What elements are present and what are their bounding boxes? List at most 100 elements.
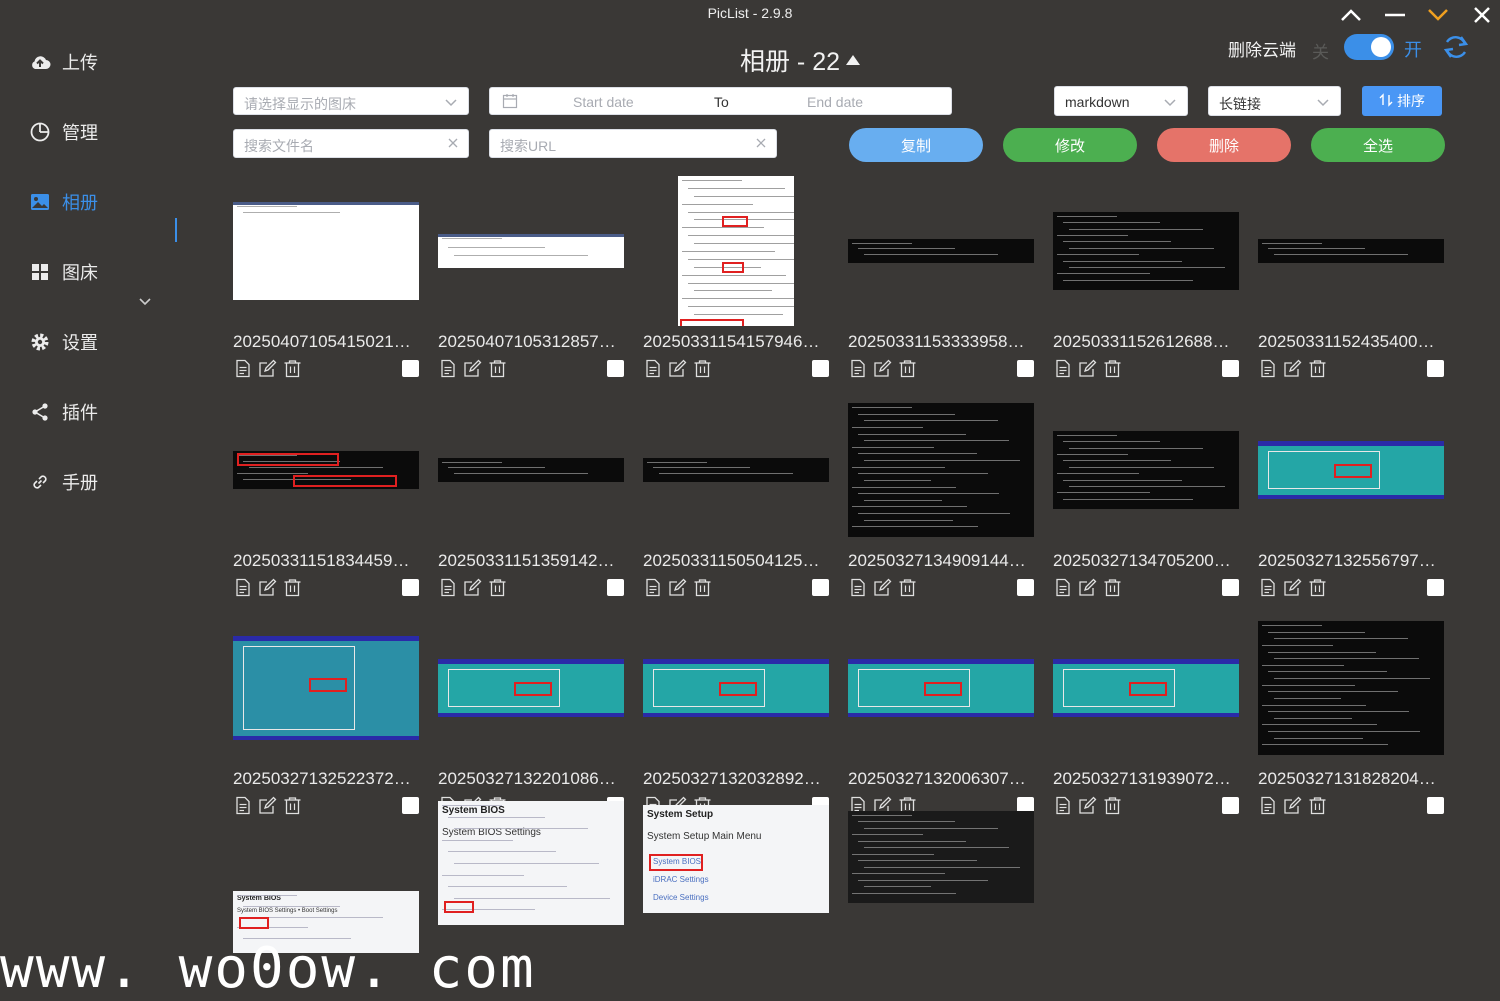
select-checkbox[interactable] xyxy=(1017,360,1034,377)
edit-icon[interactable] xyxy=(258,359,277,378)
trash-icon[interactable] xyxy=(898,359,917,378)
copy-link-icon[interactable] xyxy=(1053,359,1072,378)
edit-icon[interactable] xyxy=(258,796,277,815)
trash-icon[interactable] xyxy=(1308,796,1327,815)
search-url-input[interactable]: 搜索URL xyxy=(489,129,777,158)
copy-link-icon[interactable] xyxy=(1258,359,1277,378)
trash-icon[interactable] xyxy=(488,578,507,597)
thumbnail-image[interactable] xyxy=(1053,212,1239,290)
select-checkbox[interactable] xyxy=(1427,797,1444,814)
select-checkbox[interactable] xyxy=(1017,579,1034,596)
edit-icon[interactable] xyxy=(1078,578,1097,597)
select-checkbox[interactable] xyxy=(402,360,419,377)
select-checkbox[interactable] xyxy=(1222,360,1239,377)
end-date-input[interactable]: End date xyxy=(807,94,863,110)
sidebar-item-picbed[interactable]: 图床 xyxy=(28,255,188,289)
select-checkbox[interactable] xyxy=(607,360,624,377)
edit-icon[interactable] xyxy=(463,359,482,378)
copy-link-icon[interactable] xyxy=(233,359,252,378)
copy-link-icon[interactable] xyxy=(438,359,457,378)
select-checkbox[interactable] xyxy=(812,360,829,377)
refresh-icon[interactable] xyxy=(1442,33,1470,61)
minimize-icon[interactable] xyxy=(1380,2,1410,28)
trash-icon[interactable] xyxy=(283,796,302,815)
sidebar-item-manual[interactable]: 手册 xyxy=(28,465,188,499)
trash-icon[interactable] xyxy=(283,359,302,378)
copy-link-icon[interactable] xyxy=(1053,578,1072,597)
start-date-input[interactable]: Start date xyxy=(573,94,634,110)
copy-link-icon[interactable] xyxy=(438,578,457,597)
edit-icon[interactable] xyxy=(668,359,687,378)
thumbnail-image[interactable] xyxy=(1053,659,1239,717)
trash-icon[interactable] xyxy=(488,359,507,378)
date-range-picker[interactable]: Start date To End date xyxy=(489,87,952,115)
copy-link-icon[interactable] xyxy=(1053,796,1072,815)
sort-button[interactable]: 排序 xyxy=(1362,86,1442,116)
thumbnail-image[interactable] xyxy=(1053,431,1239,509)
edit-icon[interactable] xyxy=(1283,796,1302,815)
select-checkbox[interactable] xyxy=(402,797,419,814)
edit-icon[interactable] xyxy=(873,578,892,597)
trash-icon[interactable] xyxy=(693,359,712,378)
thumbnail-image[interactable] xyxy=(438,458,624,482)
trash-icon[interactable] xyxy=(1308,578,1327,597)
search-filename-input[interactable]: 搜索文件名 xyxy=(233,129,469,158)
thumbnail-image[interactable] xyxy=(233,636,419,740)
copy-link-icon[interactable] xyxy=(233,796,252,815)
edit-icon[interactable] xyxy=(1283,359,1302,378)
copy-link-icon[interactable] xyxy=(1258,796,1277,815)
thumbnail-image[interactable] xyxy=(438,234,624,268)
trash-icon[interactable] xyxy=(1103,359,1122,378)
edit-icon[interactable] xyxy=(258,578,277,597)
edit-button[interactable]: 修改 xyxy=(1003,128,1137,162)
sidebar-item-plugins[interactable]: 插件 xyxy=(28,395,188,429)
cloud-delete-toggle[interactable] xyxy=(1344,34,1394,60)
select-all-button[interactable]: 全选 xyxy=(1311,128,1445,162)
copy-link-icon[interactable] xyxy=(233,578,252,597)
thumbnail-image[interactable] xyxy=(848,239,1034,263)
copy-link-icon[interactable] xyxy=(643,578,662,597)
delete-button[interactable]: 删除 xyxy=(1157,128,1291,162)
edit-icon[interactable] xyxy=(873,359,892,378)
thumbnail-image[interactable] xyxy=(848,811,1034,903)
select-checkbox[interactable] xyxy=(1427,579,1444,596)
close-icon[interactable] xyxy=(1467,2,1497,28)
thumbnail-image[interactable] xyxy=(233,451,419,489)
thumbnail-image[interactable] xyxy=(1258,441,1444,499)
link-type-select[interactable]: 长链接 xyxy=(1208,86,1341,116)
thumbnail-image[interactable] xyxy=(678,176,794,326)
thumbnail-image[interactable] xyxy=(848,659,1034,717)
copy-link-icon[interactable] xyxy=(848,359,867,378)
select-checkbox[interactable] xyxy=(607,579,624,596)
copy-link-icon[interactable] xyxy=(1258,578,1277,597)
edit-icon[interactable] xyxy=(668,578,687,597)
trash-icon[interactable] xyxy=(1103,796,1122,815)
sidebar-item-manage[interactable]: 管理 xyxy=(28,115,188,149)
select-checkbox[interactable] xyxy=(812,579,829,596)
select-checkbox[interactable] xyxy=(1222,579,1239,596)
format-select[interactable]: markdown xyxy=(1054,86,1188,116)
chevron-down-icon[interactable] xyxy=(138,294,152,312)
album-title[interactable]: 相册 - 22 xyxy=(700,42,900,78)
select-checkbox[interactable] xyxy=(402,579,419,596)
fold-down-icon[interactable] xyxy=(1423,2,1453,28)
edit-icon[interactable] xyxy=(1078,796,1097,815)
thumbnail-image[interactable]: System BIOS System BIOS Settings xyxy=(438,801,624,925)
sidebar-item-upload[interactable]: 上传 xyxy=(28,45,188,79)
thumbnail-image[interactable] xyxy=(848,403,1034,537)
edit-icon[interactable] xyxy=(1283,578,1302,597)
thumbnail-image[interactable] xyxy=(1258,239,1444,263)
clear-icon[interactable] xyxy=(754,136,768,153)
trash-icon[interactable] xyxy=(283,578,302,597)
sidebar-item-settings[interactable]: 设置 xyxy=(28,325,188,359)
thumbnail-image[interactable] xyxy=(1258,621,1444,755)
select-checkbox[interactable] xyxy=(1222,797,1239,814)
thumbnail-image[interactable] xyxy=(643,659,829,717)
thumbnail-image[interactable]: System Setup System Setup Main Menu System… xyxy=(643,805,829,913)
trash-icon[interactable] xyxy=(1308,359,1327,378)
thumbnail-image[interactable] xyxy=(233,202,419,300)
collapse-icon[interactable] xyxy=(1336,2,1366,28)
trash-icon[interactable] xyxy=(1103,578,1122,597)
copy-link-icon[interactable] xyxy=(643,359,662,378)
edit-icon[interactable] xyxy=(463,578,482,597)
